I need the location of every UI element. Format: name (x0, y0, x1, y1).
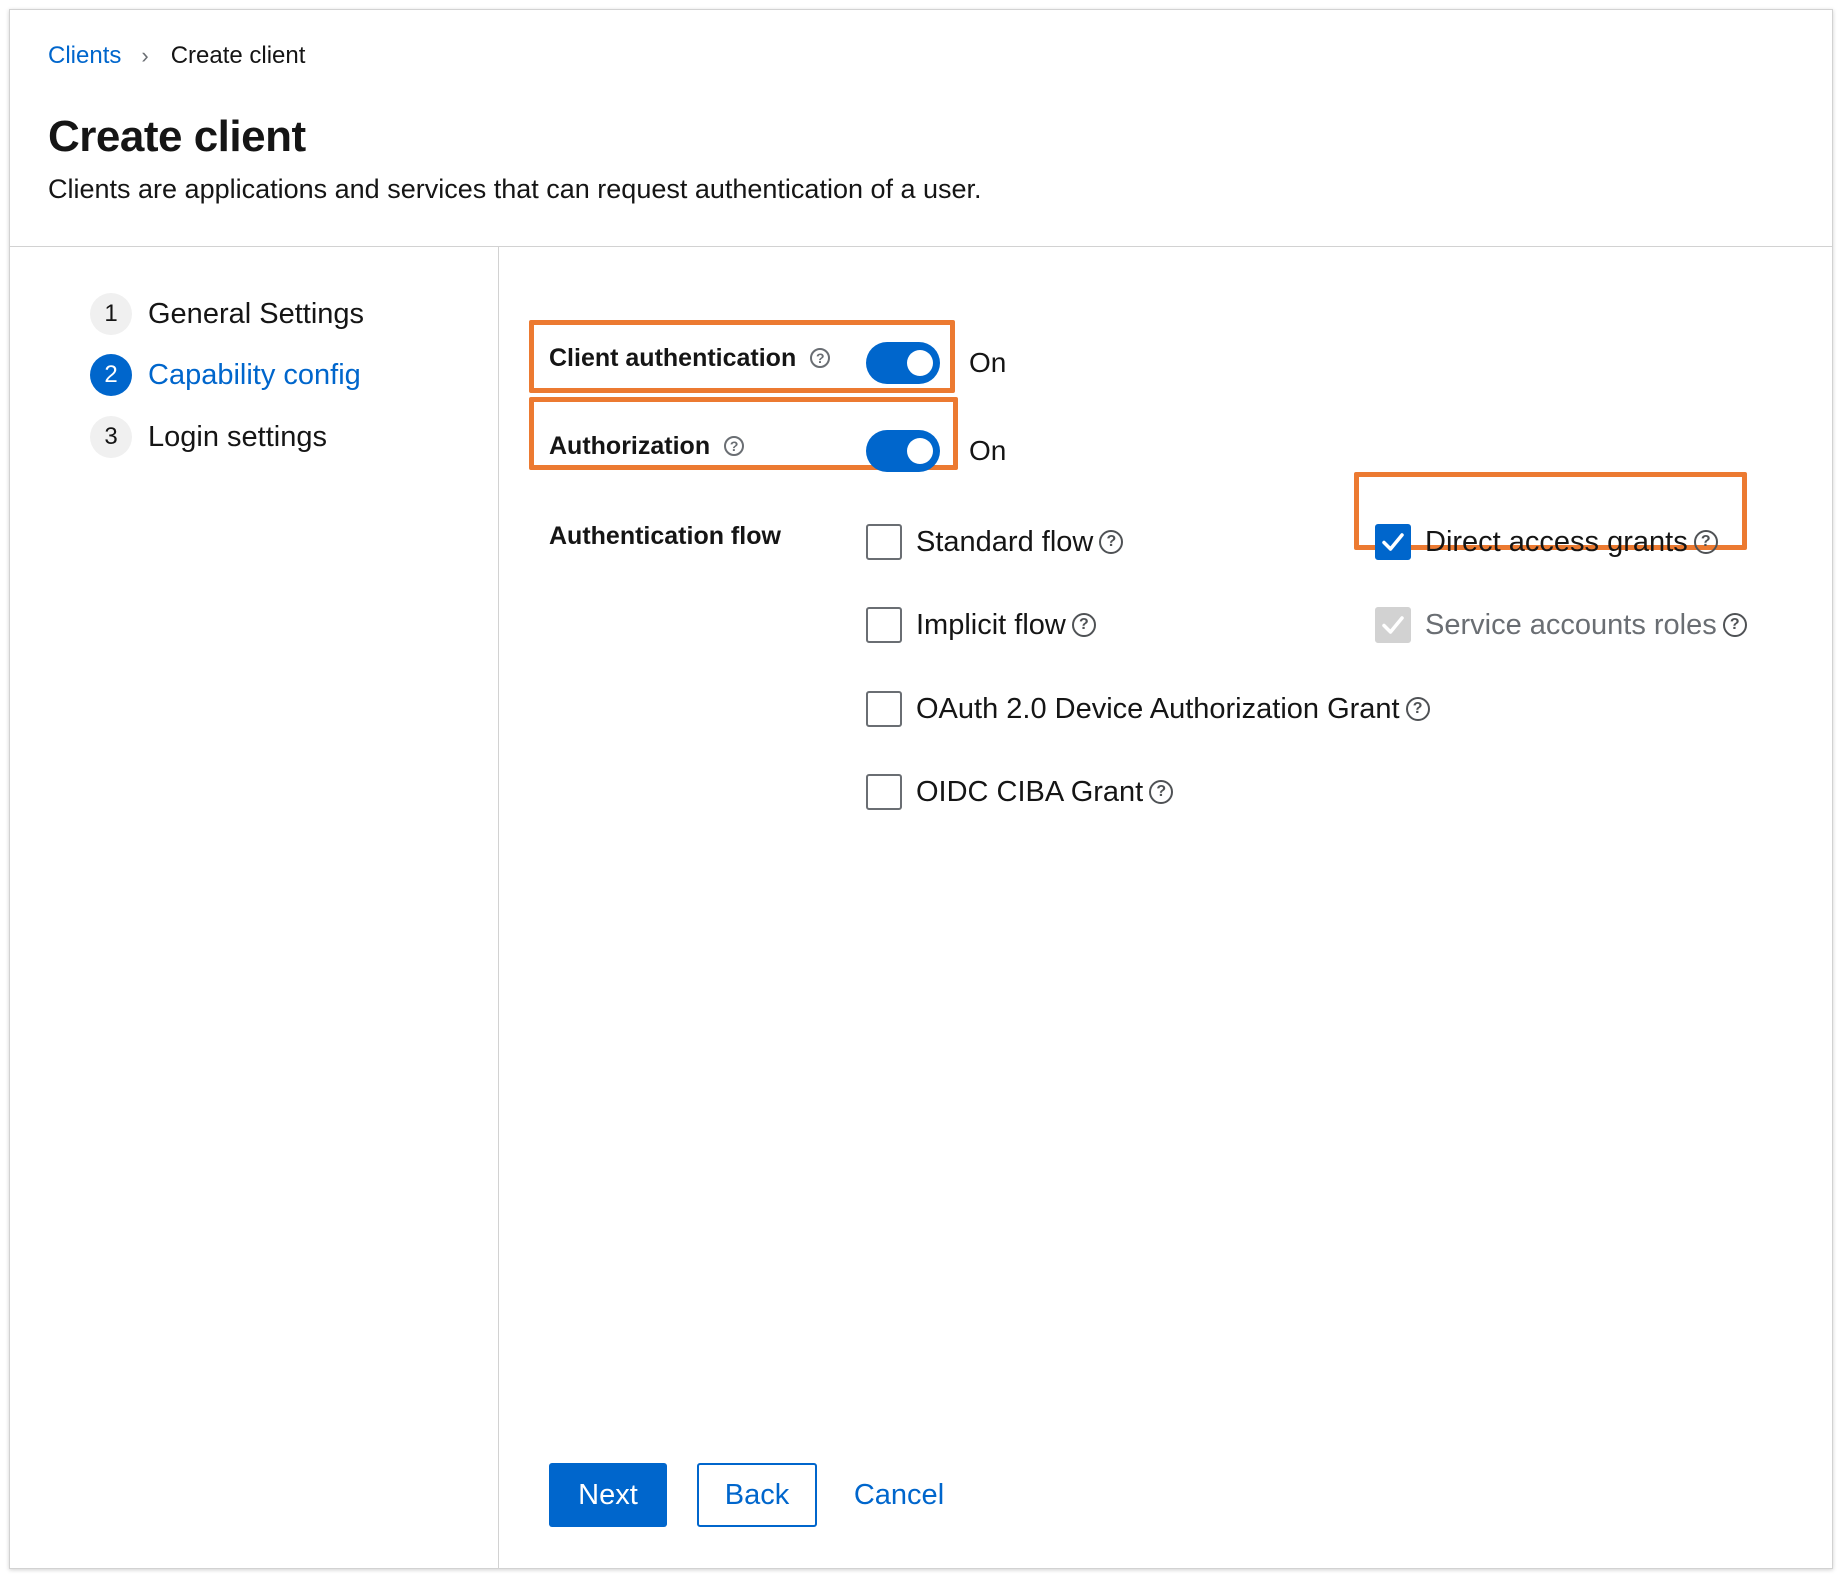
service-accounts-roles-checkbox (1375, 607, 1411, 643)
direct-access-grants-checkbox[interactable] (1375, 524, 1411, 560)
chevron-right-icon: › (141, 43, 149, 68)
oidc-ciba-grant-option[interactable]: OIDC CIBA Grant ? (866, 772, 1174, 812)
checkmark-icon (1382, 533, 1404, 551)
help-circle-icon[interactable]: ? (1722, 613, 1747, 637)
standard-flow-checkbox[interactable] (866, 524, 902, 560)
breadcrumb-current: Create client (170, 42, 306, 69)
breadcrumb-link-clients[interactable]: Clients (48, 42, 121, 70)
checkmark-icon (1382, 616, 1404, 634)
help-circle-icon[interactable]: ? (1693, 530, 1718, 554)
step-label: General Settings (148, 297, 365, 330)
help-circle-icon[interactable]: ? (724, 436, 745, 456)
page-header: Clients › Create client Create client Cl… (10, 10, 1832, 247)
device-authorization-grant-option[interactable]: OAuth 2.0 Device Authorization Grant ? (866, 689, 1430, 729)
device-authorization-grant-label: OAuth 2.0 Device Authorization Grant (916, 692, 1400, 725)
implicit-flow-checkbox[interactable] (866, 607, 902, 643)
cancel-button[interactable]: Cancel (837, 1463, 961, 1527)
direct-access-grants-label: Direct access grants (1425, 525, 1688, 558)
wizard-steps: 1 General Settings 2 Capability config 3… (10, 247, 499, 1569)
app-window: Clients › Create client Create client Cl… (9, 9, 1833, 1569)
authentication-flow-label: Authentication flow (549, 522, 781, 550)
wizard-step-login-settings[interactable]: 3 Login settings (90, 415, 327, 459)
standard-flow-option[interactable]: Standard flow ? (866, 522, 1124, 562)
client-authentication-label: Client authentication (549, 344, 797, 372)
help-circle-icon[interactable]: ? (1405, 697, 1430, 721)
step-label: Login settings (148, 420, 327, 453)
back-button[interactable]: Back (697, 1463, 817, 1527)
step-label: Capability config (148, 358, 361, 391)
direct-access-grants-option[interactable]: Direct access grants ? (1375, 522, 1718, 562)
step-number: 2 (90, 354, 132, 396)
standard-flow-label: Standard flow (916, 525, 1094, 558)
next-button[interactable]: Next (549, 1463, 667, 1527)
help-circle-icon[interactable]: ? (1099, 530, 1124, 554)
client-authentication-state: On (969, 347, 1007, 378)
oidc-ciba-grant-label: OIDC CIBA Grant (916, 775, 1144, 808)
help-circle-icon[interactable]: ? (1071, 613, 1096, 637)
client-authentication-switch[interactable] (866, 342, 940, 384)
wizard-step-capability-config[interactable]: 2 Capability config (90, 353, 361, 397)
page-title: Create client (48, 112, 306, 161)
client-authentication-field: Client authentication ? (549, 343, 831, 373)
capability-config-form: Client authentication ? On Authorization… (499, 247, 1832, 1568)
implicit-flow-label: Implicit flow (916, 608, 1066, 641)
page-description: Clients are applications and services th… (48, 174, 982, 204)
switch-knob (907, 438, 933, 464)
service-accounts-roles-label: Service accounts roles (1425, 608, 1717, 641)
breadcrumb: Clients › Create client (48, 40, 305, 72)
authorization-label: Authorization (549, 432, 711, 460)
device-authorization-grant-checkbox[interactable] (866, 691, 902, 727)
authorization-switch[interactable] (866, 430, 940, 472)
implicit-flow-option[interactable]: Implicit flow ? (866, 605, 1096, 645)
authorization-field: Authorization ? (549, 431, 745, 461)
step-number: 3 (90, 416, 132, 458)
authorization-state: On (969, 435, 1007, 466)
step-number: 1 (90, 293, 132, 335)
wizard-step-general-settings[interactable]: 1 General Settings (90, 292, 364, 336)
service-accounts-roles-option: Service accounts roles ? (1375, 605, 1747, 645)
help-circle-icon[interactable]: ? (1149, 780, 1174, 804)
oidc-ciba-grant-checkbox[interactable] (866, 774, 902, 810)
help-circle-icon[interactable]: ? (810, 348, 831, 368)
switch-knob (907, 350, 933, 376)
